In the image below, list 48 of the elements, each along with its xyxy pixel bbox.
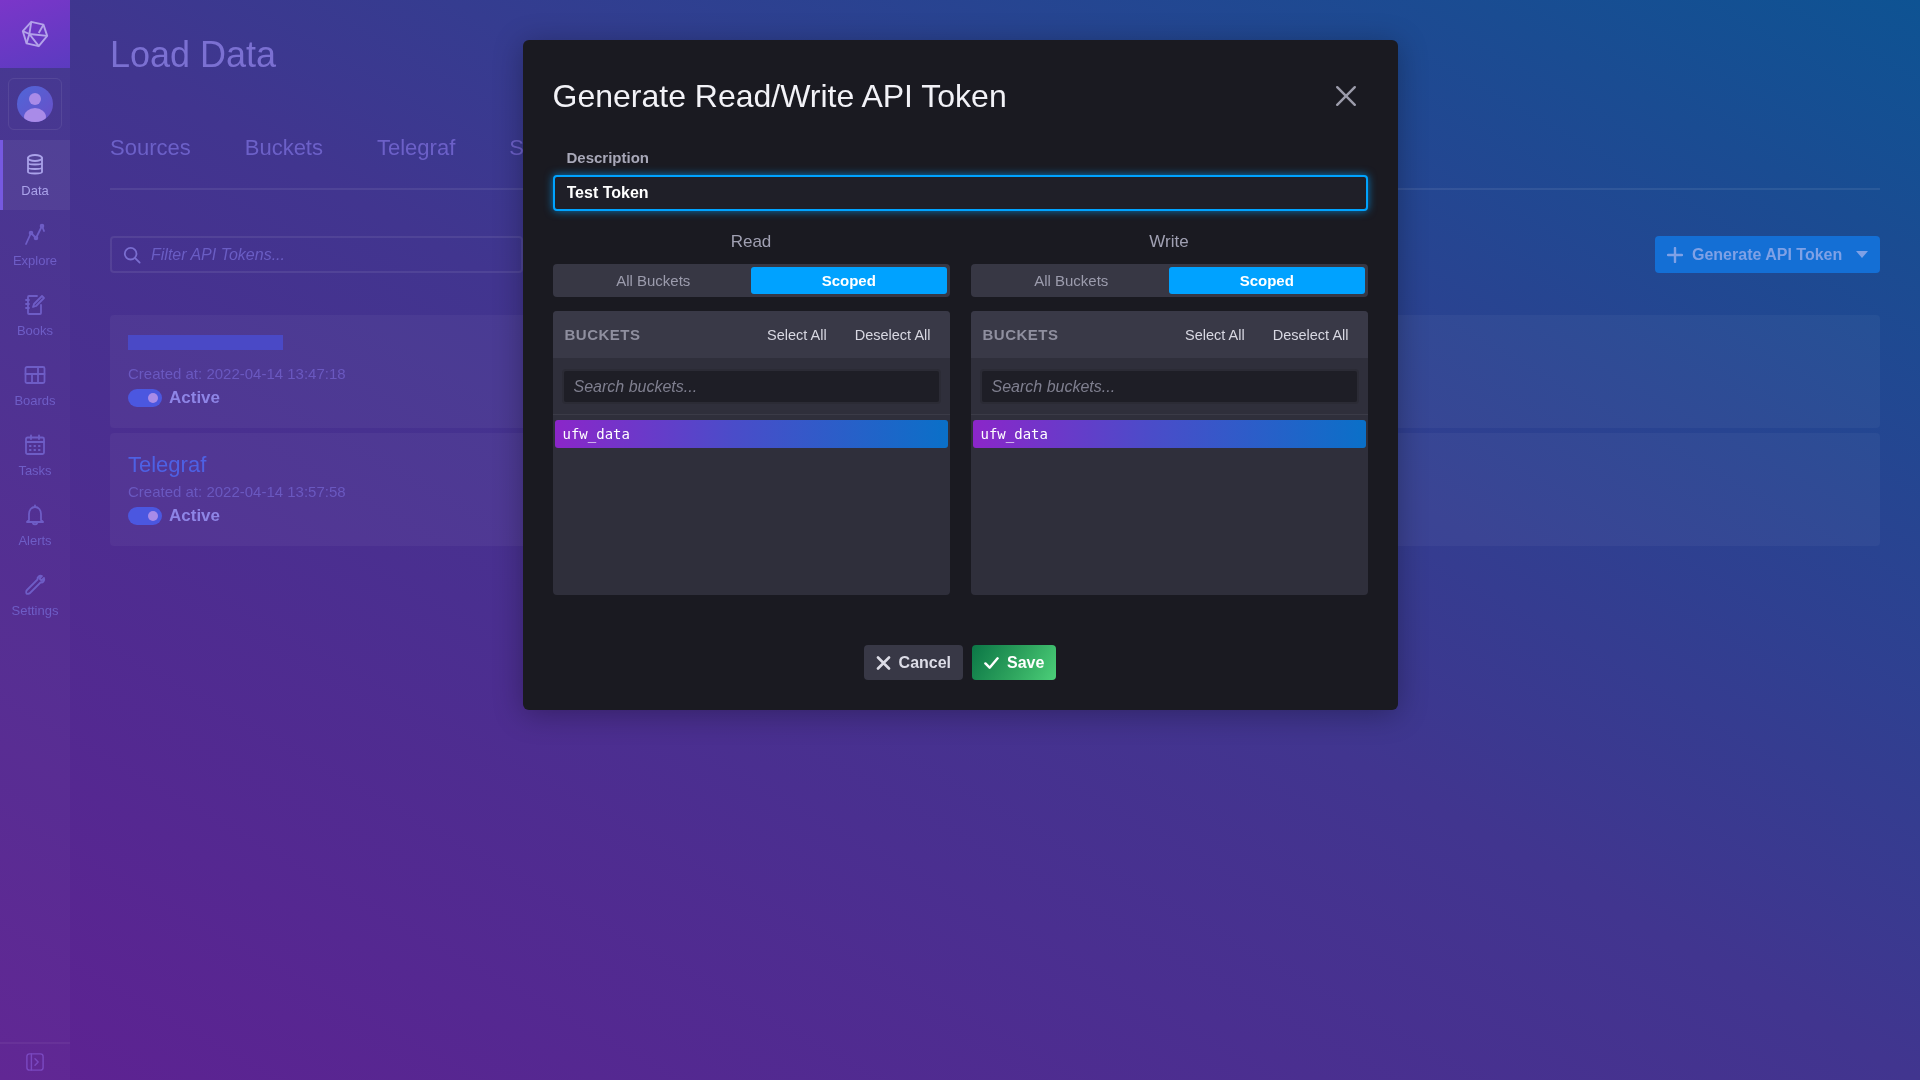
wrench-icon: [23, 572, 47, 597]
panel-action-link[interactable]: Deselect All: [1272, 326, 1349, 343]
caret-down-icon: [1856, 251, 1868, 258]
close-button[interactable]: [1333, 84, 1358, 108]
calendar-icon: [23, 432, 47, 457]
bucket-search-field[interactable]: Search buckets...: [979, 369, 1359, 404]
avatar-icon: [17, 86, 53, 122]
bucket-item[interactable]: ufw_data: [972, 420, 1366, 448]
dialog-title: Generate Read/Write API Token: [552, 77, 1007, 115]
check-icon: [984, 655, 1000, 670]
panel-action-link[interactable]: Select All: [1185, 326, 1245, 343]
scope-option[interactable]: Scoped: [751, 267, 947, 294]
tab[interactable]: Sources: [110, 135, 191, 161]
token-name-link[interactable]: Telegraf: [128, 453, 207, 477]
bucket-item[interactable]: ufw_data: [554, 420, 948, 448]
logo-icon: [20, 19, 50, 49]
status-label: Active: [169, 388, 221, 408]
description-label: Description: [566, 150, 649, 166]
panel-title: BUCKETS: [982, 326, 1059, 343]
line-chart-icon: [23, 222, 47, 247]
permission-heading: Write: [1149, 231, 1189, 253]
panel-title: BUCKETS: [564, 326, 641, 343]
bell-icon: [23, 502, 47, 527]
bucket-search-field[interactable]: Search buckets...: [561, 369, 941, 404]
scope-option[interactable]: Scoped: [1169, 267, 1365, 294]
plus-icon: [1667, 246, 1683, 263]
description-field[interactable]: Test Token: [552, 175, 1368, 211]
close-icon: [1334, 85, 1357, 107]
sidebar-item[interactable]: Data: [0, 140, 70, 210]
active-toggle[interactable]: [128, 507, 162, 525]
generate-token-button[interactable]: Generate API Token: [1655, 236, 1880, 273]
page-title: Load Data: [110, 33, 277, 77]
permission-heading: Read: [730, 231, 772, 253]
x-icon: [875, 655, 891, 670]
tab[interactable]: Buckets: [244, 135, 323, 161]
tab[interactable]: Telegraf: [377, 135, 456, 161]
panel-action-link[interactable]: Deselect All: [854, 326, 931, 343]
scope-option[interactable]: All Buckets: [973, 267, 1169, 294]
status-label: Active: [169, 506, 221, 526]
notebook-pencil-icon: [23, 292, 47, 317]
active-toggle[interactable]: [128, 389, 162, 407]
save-button[interactable]: Save: [972, 645, 1057, 680]
search-icon: [123, 246, 141, 264]
user-avatar-button[interactable]: [8, 78, 62, 130]
cancel-button[interactable]: Cancel: [863, 645, 964, 680]
scope-option[interactable]: All Buckets: [555, 267, 751, 294]
panel-action-link[interactable]: Select All: [767, 326, 827, 343]
logo-tile[interactable]: [0, 0, 70, 68]
